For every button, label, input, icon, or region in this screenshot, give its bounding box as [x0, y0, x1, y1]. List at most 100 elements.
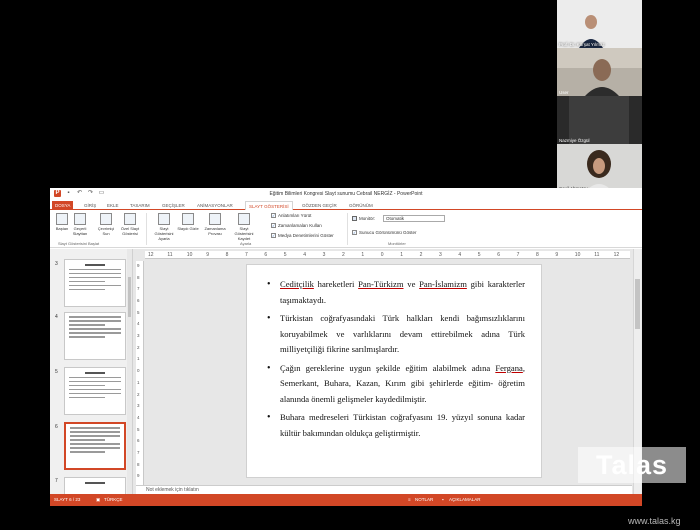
screen: Prof. Dr. Kürşat Yılmaz User Nazmiye Özg…: [0, 0, 700, 530]
bullet-buhara[interactable]: Buhara medreseleri Türkistan coğrafyasın…: [267, 410, 525, 441]
thumbnail-number: 5: [55, 369, 58, 375]
slide-thumbnail-3[interactable]: [64, 259, 126, 307]
spellcheck-icon[interactable]: ▣: [96, 494, 100, 506]
ruler-tick-label: 11: [167, 252, 173, 258]
ruler-tick-label: 1: [137, 356, 140, 362]
tab-insert[interactable]: EKLE: [104, 201, 122, 210]
workspace: 3 4 5 6 7 12 11 10 9 8 7 6 5 4 3 2 1 0 1…: [50, 249, 642, 494]
globe-icon: [100, 213, 112, 225]
ruler-tick-label: 10: [574, 252, 581, 258]
tab-home[interactable]: GİRİŞ: [81, 201, 99, 210]
title-bar: P ▪ ↶ ↷ ▭ Eğitim Bilimleri Kongresi Slay…: [50, 188, 642, 200]
scrollbar-thumb[interactable]: [635, 279, 640, 329]
presenter-view-checkbox[interactable]: ✓ Sunucu Görünümünü Göster: [352, 230, 417, 235]
ruler-tick-label: 6: [137, 438, 140, 444]
tab-slide-show[interactable]: SLAYT GÖSTERİSİ: [245, 201, 293, 210]
ruler-tick-label: 8: [536, 252, 539, 258]
notes-icon: ≡: [408, 497, 411, 502]
bullet-ceditcilik[interactable]: Ceditçilik hareketleri Pan-Türkizm ve Pa…: [267, 277, 525, 308]
thumbnails-scrollbar[interactable]: [127, 249, 132, 494]
powerpoint-window: P ▪ ↶ ↷ ▭ Eğitim Bilimleri Kongresi Slay…: [50, 188, 642, 506]
scrollbar-thumb[interactable]: [128, 277, 131, 317]
participant-photo: [557, 0, 642, 48]
slide-thumbnail-5[interactable]: [64, 367, 126, 415]
slide-canvas[interactable]: Ceditçilik hareketleri Pan-Türkizm ve Pa…: [246, 264, 542, 478]
present-online-button[interactable]: Çevrimiçi Sun: [94, 213, 118, 236]
participant-name: Prof. Dr. Kürşat Yılmaz: [559, 42, 605, 47]
ruler-tick-label: 3: [137, 333, 140, 339]
ruler-tick-label: 3: [439, 252, 442, 258]
ruler-tick-label: 3: [137, 403, 140, 409]
bullet-egitim[interactable]: Çağın gereklerine uygun şekilde eğitim a…: [267, 361, 525, 408]
language-indicator[interactable]: TÜRKÇE: [104, 494, 123, 506]
ribbon: Baştan Geçerli Slayttan Çevrimiçi Sun Öz…: [50, 210, 642, 248]
ruler-tick-label: 11: [594, 252, 600, 258]
monitor-select[interactable]: Otomatik: [383, 215, 445, 222]
ruler-tick-label: 9: [555, 252, 559, 258]
ruler-tick-label: 6: [497, 252, 500, 258]
ruler-tick-label: 4: [303, 252, 306, 258]
ribbon-tabs: DOSYA GİRİŞ EKLE TASARIM GEÇİŞLER ANİMAS…: [50, 200, 642, 210]
ruler-tick-label: 9: [137, 263, 140, 268]
slide-thumbnail-7[interactable]: [64, 477, 126, 494]
tab-view[interactable]: GÖRÜNÜM: [346, 201, 376, 210]
checkbox-checked-icon: ✓: [352, 230, 357, 235]
notes-pane[interactable]: Not eklemek için tıklatın: [136, 485, 632, 494]
notes-toggle[interactable]: NOTLAR: [415, 494, 433, 506]
rehearse-timings-button[interactable]: Zamanlama Provası: [203, 213, 227, 236]
tab-design[interactable]: TASARIM: [127, 201, 153, 210]
slide-thumbnail-6-selected[interactable]: [64, 422, 126, 470]
ruler-tick-label: 5: [137, 309, 140, 315]
tab-file[interactable]: DOSYA: [52, 201, 74, 210]
comments-toggle[interactable]: AÇIKLAMALAR: [449, 494, 481, 506]
participant-video-3[interactable]: Nazmiye Özgül: [557, 96, 642, 144]
ruler-tick-label: 6: [137, 298, 140, 304]
ruler-tick-label: 12: [613, 252, 620, 258]
status-bar: SLAYT 6 / 23 ▣ TÜRKÇE ≡ NOTLAR ▪ AÇIKLAM…: [50, 494, 642, 506]
ruler-tick-label: 7: [245, 252, 248, 258]
tab-transitions[interactable]: GEÇİŞLER: [159, 201, 188, 210]
vertical-ruler: 9 8 7 6 5 4 3 2 1 0 1 2 3 4 5 6 7 8 9: [136, 261, 144, 486]
play-narrations-checkbox[interactable]: ✓ Anlatımları Yürüt: [271, 213, 311, 218]
watermark-logo: Talas: [578, 447, 686, 483]
show-media-controls-checkbox[interactable]: ✓ Medya Denetimlerini Göster: [271, 233, 334, 238]
ruler-tick-label: 7: [137, 449, 140, 455]
ruler-tick-label: 4: [458, 252, 462, 258]
ruler-tick-label: 0: [137, 368, 140, 374]
monitor-icon: [352, 216, 357, 221]
from-current-button[interactable]: Geçerli Slayttan: [68, 213, 92, 236]
ruler-tick-label: 8: [225, 252, 229, 258]
tab-animations[interactable]: ANİMASYONLAR: [194, 201, 236, 210]
participant-photo: [557, 144, 642, 192]
participant-video-1[interactable]: Prof. Dr. Kürşat Yılmaz: [557, 0, 642, 48]
monitor-label: Monitör:: [352, 216, 375, 221]
group-label-monitors: Monitörler: [388, 241, 406, 246]
slide-thumbnail-4[interactable]: [64, 312, 126, 360]
ruler-tick-label: 9: [206, 252, 209, 258]
setup-show-button[interactable]: Slayt Gösterisini Ayarla: [152, 213, 176, 241]
group-divider: [146, 213, 147, 245]
ruler-tick-label: 0: [380, 252, 384, 258]
ruler-tick-label: 9: [137, 473, 140, 479]
use-timings-checkbox[interactable]: ✓ Zamanlamaları Kullan: [271, 223, 322, 228]
participant-video-4[interactable]: Ceyil Ahmetov: [557, 144, 642, 192]
hide-slide-button[interactable]: Slaydı Gizle: [176, 213, 200, 231]
tab-review[interactable]: GÖZDEN GEÇİR: [299, 201, 340, 210]
participant-video-2[interactable]: User: [557, 48, 642, 96]
ruler-tick-label: 8: [137, 274, 140, 280]
custom-show-button[interactable]: Özel Slayt Gösterisi: [118, 213, 142, 236]
bullet-turkistan[interactable]: Türkistan coğrafyasındaki Türk halkları …: [267, 311, 525, 358]
thumbnail-number: 6: [55, 424, 58, 430]
ruler-tick-label: 12: [148, 252, 154, 258]
ruler-tick-label: 10: [186, 252, 193, 258]
ruler-tick-label: 5: [283, 252, 287, 258]
comments-icon: ▪: [442, 497, 444, 502]
slide-bullet-list: Ceditçilik hareketleri Pan-Türkizm ve Pa…: [267, 277, 525, 444]
window-title: Eğitim Bilimleri Kongresi Slayt sunumu C…: [269, 191, 423, 197]
record-icon: [238, 213, 250, 225]
record-show-button[interactable]: Slayt Gösterisini Kaydet: [232, 213, 256, 241]
ruler-tick-label: 4: [137, 321, 140, 327]
participant-photo: [557, 48, 642, 96]
group-divider: [347, 213, 348, 245]
ruler-tick-label: 1: [400, 252, 403, 258]
